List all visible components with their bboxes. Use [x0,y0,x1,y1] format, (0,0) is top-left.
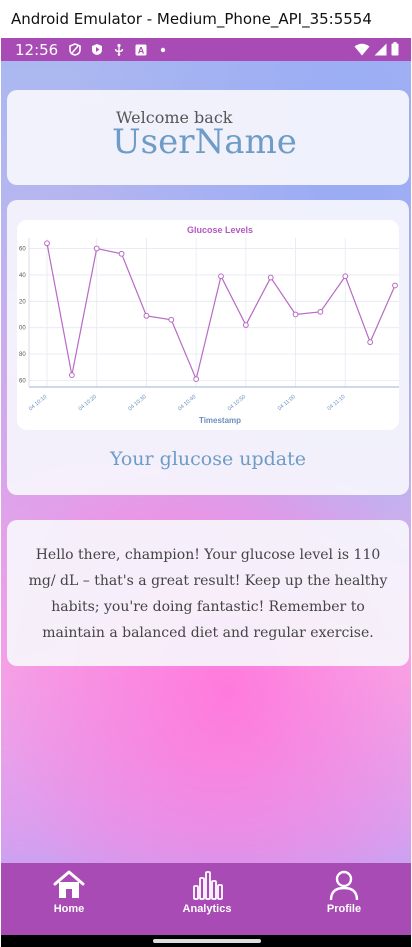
glucose-data-point [218,273,224,280]
status-right-icons [354,42,399,60]
wifi-icon [354,42,370,60]
nav-analytics[interactable]: Analytics [167,869,247,929]
glucose-data-point [93,245,100,252]
glucose-data-point [292,311,299,318]
glucose-data-point [44,240,50,247]
glucose-line-chart: Glucose Levels 60 80 00 20 40 60 04 10:10 04 10:… [19,225,399,425]
x-tick-label: 04 10:50 [227,394,247,412]
x-tick-label: 04 11:10 [327,394,347,412]
x-tick-label: 04 11:00 [277,394,297,412]
glucose-chart-card: Glucose Levels 60 80 00 20 40 60 04 10:10 04 10:… [7,200,409,495]
glucose-data-point [143,312,150,319]
nav-home[interactable]: Home [29,869,109,929]
glucose-data-point [317,308,324,315]
x-axis-label: Timestamp [199,416,241,425]
glucose-data-point [267,274,274,281]
chart-caption: Your glucose update [109,448,307,470]
status-bar: 12:56 A [1,38,411,61]
bottom-nav: Home Analytics Profile [1,863,411,935]
x-tick-label: 04 10:20 [78,394,98,412]
glucose-data-point [168,316,175,323]
nav-analytics-label: Analytics [182,903,232,915]
usb-icon [113,43,125,56]
signal-icon [374,42,387,60]
battery-icon [391,42,399,60]
svg-text:A: A [138,45,145,55]
gesture-navigation-bar [1,935,411,947]
nav-home-label: Home [53,903,85,915]
home-icon [53,870,85,898]
username: UserName [112,122,297,162]
home-gesture-handle[interactable] [153,939,261,943]
x-tick-label: 04 10:40 [177,394,197,412]
emulator-window-title: Android Emulator - Medium_Phone_API_35:5… [0,0,412,38]
y-tick-label: 40 [19,273,26,279]
analytics-icon [193,871,223,900]
nav-profile[interactable]: Profile [304,869,384,929]
glucose-data-point [392,282,398,289]
glucose-data-point [242,322,249,328]
glucose-data-point [118,250,125,257]
x-tick-label: 04 10:30 [127,394,147,412]
keyboard-a-icon: A [135,44,147,56]
glucose-data-point [68,372,75,379]
y-tick-label: 60 [19,378,26,384]
x-tick-label: 04 10:10 [28,394,48,412]
shield-icon [69,43,82,56]
glucose-data-point [367,339,374,346]
y-tick-label: 00 [19,326,26,332]
notification-dot-icon [157,44,169,56]
phone-screen: 12:56 A Welcome back UserName Glucose Le… [1,38,411,947]
chart-title: Glucose Levels [187,225,253,235]
glucose-message-card: Hello there, champion! Your glucose leve… [7,520,409,666]
glucose-message: Hello there, champion! Your glucose leve… [28,547,388,641]
chart-container: Glucose Levels 60 80 00 20 40 60 04 10:10 04 10:… [17,220,399,430]
glucose-data-point [342,273,349,280]
status-time: 12:56 [15,40,59,59]
welcome-card: Welcome back UserName [7,90,409,185]
glucose-data-point [193,376,200,382]
nav-profile-label: Profile [326,903,362,915]
y-tick-label: 60 [19,247,26,253]
profile-icon [329,870,359,901]
y-tick-label: 20 [19,299,26,305]
glucose-series-line [46,243,396,382]
y-tick-label: 80 [19,352,26,358]
play-shield-icon [91,44,103,56]
